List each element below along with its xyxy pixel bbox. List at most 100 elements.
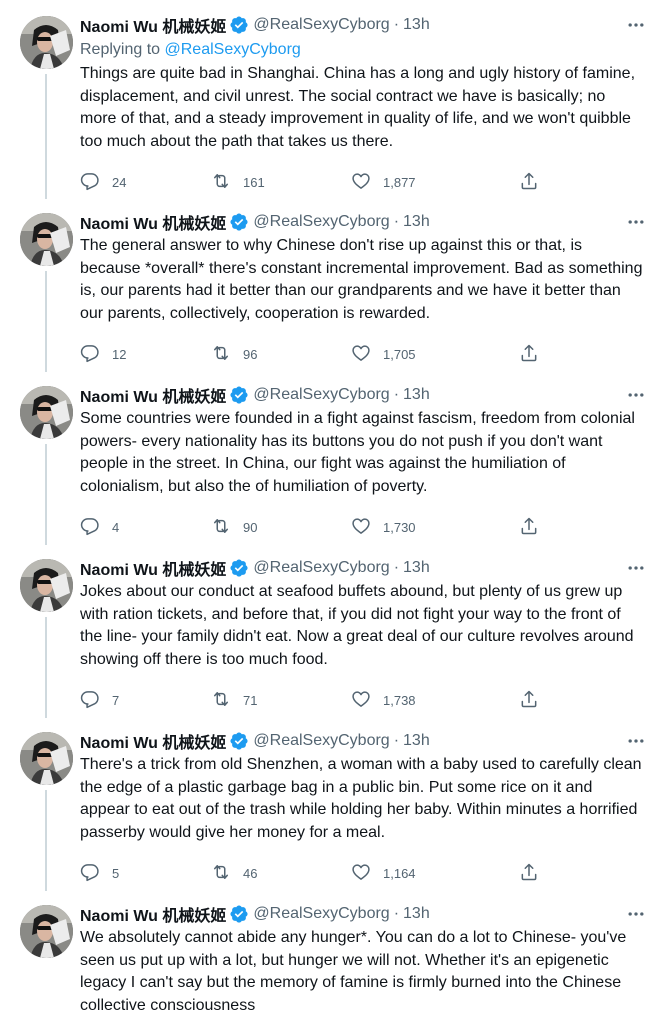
avatar[interactable] (20, 386, 73, 439)
author-handle[interactable]: @RealSexyCyborg (253, 559, 389, 577)
retweet-button[interactable]: 161 (211, 171, 351, 194)
author-handle[interactable]: @RealSexyCyborg (253, 213, 389, 231)
author-handle[interactable]: @RealSexyCyborg (253, 386, 389, 404)
share-button[interactable] (519, 516, 539, 539)
retweet-icon (211, 343, 231, 366)
thread-line (45, 444, 47, 545)
verified-badge-icon (229, 558, 249, 578)
reply-button[interactable]: 4 (80, 516, 211, 539)
reply-button[interactable]: 12 (80, 343, 211, 366)
heart-icon (351, 516, 371, 539)
share-button[interactable] (519, 689, 539, 712)
like-button[interactable]: 1,738 (351, 689, 519, 712)
share-button[interactable] (519, 171, 539, 194)
thread-line (45, 74, 47, 199)
separator: · (393, 213, 400, 230)
more-dots-icon[interactable] (624, 14, 648, 36)
retweet-button[interactable]: 90 (211, 516, 351, 539)
reply-button[interactable]: 5 (80, 862, 211, 885)
separator: · (393, 905, 400, 922)
tweet-header: Naomi Wu 机械妖姬 @RealSexyCyborg · 13h (80, 730, 646, 752)
author-handle[interactable]: @RealSexyCyborg (253, 905, 389, 923)
retweet-count: 161 (243, 174, 265, 190)
like-count: 1,705 (383, 346, 416, 362)
retweet-count: 71 (243, 692, 258, 708)
tweet-text: Jokes about our conduct at seafood buffe… (80, 583, 634, 668)
tweet-header: Naomi Wu 机械妖姬 @RealSexyCyborg · 13h (80, 557, 646, 579)
heart-icon (351, 171, 371, 194)
more-dots-icon[interactable] (624, 211, 648, 233)
tweet-thread: Naomi Wu 机械妖姬 @RealSexyCyborg · 13h Repl… (0, 0, 666, 1021)
reply-count: 4 (112, 519, 120, 535)
tweet-actions: 24 161 1,877 (80, 170, 646, 194)
tweet[interactable]: Naomi Wu 机械妖姬 @RealSexyCyborg · 13h Ther… (0, 716, 666, 891)
tweet[interactable]: Naomi Wu 机械妖姬 @RealSexyCyborg · 13h Joke… (0, 543, 666, 718)
reply-icon (80, 343, 100, 366)
avatar[interactable] (20, 213, 73, 266)
thread-line (45, 790, 47, 891)
tweet-actions: 5 46 1,164 (80, 861, 646, 885)
author-handle[interactable]: @RealSexyCyborg (253, 16, 389, 34)
replying-to-handle[interactable]: @RealSexyCyborg (165, 41, 301, 58)
reply-icon (80, 862, 100, 885)
tweet-text: Things are quite bad in Shanghai. China … (80, 65, 636, 150)
retweet-icon (211, 862, 231, 885)
more-dots-icon[interactable] (624, 730, 648, 752)
like-button[interactable]: 1,164 (351, 862, 519, 885)
avatar[interactable] (20, 16, 73, 69)
reply-button[interactable]: 7 (80, 689, 211, 712)
retweet-count: 96 (243, 346, 258, 362)
like-button[interactable]: 1,877 (351, 171, 519, 194)
author-name[interactable]: Naomi Wu 机械妖姬 (80, 729, 226, 753)
separator: · (393, 16, 400, 33)
tweet-text: The general answer to why Chinese don't … (80, 237, 643, 322)
tweet-text: There's a trick from old Shenzhen, a wom… (80, 756, 642, 841)
tweet[interactable]: Naomi Wu 机械妖姬 @RealSexyCyborg · 13h We a… (0, 889, 666, 1021)
timestamp[interactable]: 13h (403, 559, 430, 577)
retweet-icon (211, 171, 231, 194)
author-name[interactable]: Naomi Wu 机械妖姬 (80, 383, 226, 407)
timestamp[interactable]: 13h (403, 213, 430, 231)
retweet-button[interactable]: 96 (211, 343, 351, 366)
tweet-actions: 4 90 1,730 (80, 515, 646, 539)
author-handle[interactable]: @RealSexyCyborg (253, 732, 389, 750)
more-dots-icon[interactable] (624, 903, 648, 925)
tweet-header: Naomi Wu 机械妖姬 @RealSexyCyborg · 13h (80, 14, 646, 36)
heart-icon (351, 343, 371, 366)
reply-icon (80, 516, 100, 539)
more-dots-icon[interactable] (624, 384, 648, 406)
tweet-text: We absolutely cannot abide any hunger*. … (80, 929, 627, 1014)
verified-badge-icon (229, 212, 249, 232)
tweet[interactable]: Naomi Wu 机械妖姬 @RealSexyCyborg · 13h Repl… (0, 0, 666, 199)
retweet-button[interactable]: 71 (211, 689, 351, 712)
reply-icon (80, 689, 100, 712)
tweet-header: Naomi Wu 机械妖姬 @RealSexyCyborg · 13h (80, 384, 646, 406)
tweet[interactable]: Naomi Wu 机械妖姬 @RealSexyCyborg · 13h Some… (0, 370, 666, 545)
avatar[interactable] (20, 732, 73, 785)
like-button[interactable]: 1,730 (351, 516, 519, 539)
like-button[interactable]: 1,705 (351, 343, 519, 366)
timestamp[interactable]: 13h (403, 905, 430, 923)
more-dots-icon[interactable] (624, 557, 648, 579)
timestamp[interactable]: 13h (403, 16, 430, 34)
like-count: 1,730 (383, 519, 416, 535)
author-name[interactable]: Naomi Wu 机械妖姬 (80, 210, 226, 234)
reply-button[interactable]: 24 (80, 171, 211, 194)
like-count: 1,164 (383, 865, 416, 881)
share-button[interactable] (519, 343, 539, 366)
share-icon (519, 171, 539, 194)
avatar[interactable] (20, 559, 73, 612)
tweet[interactable]: Naomi Wu 机械妖姬 @RealSexyCyborg · 13h The … (0, 197, 666, 372)
share-icon (519, 516, 539, 539)
author-name[interactable]: Naomi Wu 机械妖姬 (80, 13, 226, 37)
author-name[interactable]: Naomi Wu 机械妖姬 (80, 556, 226, 580)
like-count: 1,877 (383, 174, 416, 190)
reply-icon (80, 171, 100, 194)
timestamp[interactable]: 13h (403, 386, 430, 404)
author-name[interactable]: Naomi Wu 机械妖姬 (80, 902, 226, 926)
share-icon (519, 343, 539, 366)
timestamp[interactable]: 13h (403, 732, 430, 750)
retweet-button[interactable]: 46 (211, 862, 351, 885)
avatar[interactable] (20, 905, 73, 958)
share-button[interactable] (519, 862, 539, 885)
